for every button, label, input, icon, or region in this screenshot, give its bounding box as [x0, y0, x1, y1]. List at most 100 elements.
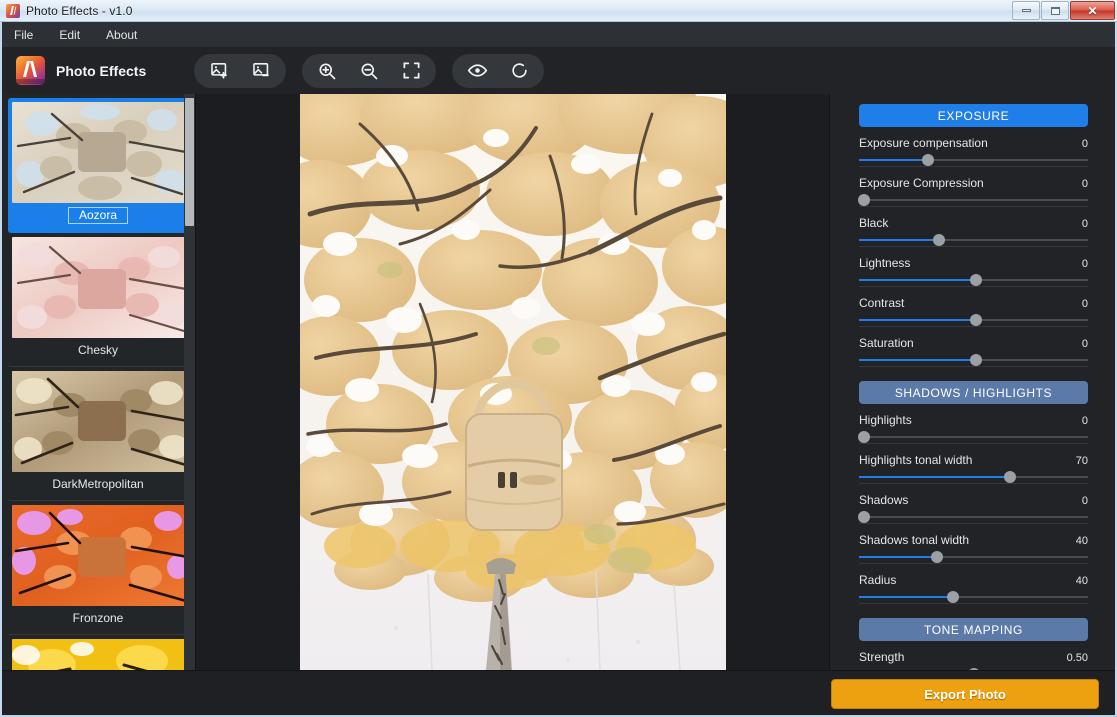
- slider-knob[interactable]: [930, 551, 943, 563]
- slider-label: Saturation: [859, 336, 914, 350]
- slider-highlights[interactable]: Highlights 0: [857, 413, 1088, 444]
- slider-knob[interactable]: [933, 234, 946, 246]
- remove-image-icon[interactable]: [240, 56, 282, 86]
- slider-shadows-tonal-width[interactable]: Shadows tonal width 40: [859, 533, 1088, 564]
- section-header-tone-mapping[interactable]: TONE MAPPING: [859, 618, 1088, 641]
- slider-value: 40: [1075, 535, 1088, 547]
- preset-label: Fronzone: [72, 611, 124, 625]
- slider-knob[interactable]: [1004, 471, 1017, 483]
- slider-label: Shadows: [859, 493, 909, 507]
- zoom-in-icon[interactable]: [306, 56, 348, 86]
- slider-strength[interactable]: Strength 0.50: [859, 650, 1088, 670]
- slider-track[interactable]: [857, 194, 1088, 207]
- slider-value: 0: [1081, 138, 1088, 150]
- title-bar: Photo Effects - v1.0 ✕: [0, 0, 1117, 22]
- preset-item-chesky[interactable]: Chesky: [8, 233, 190, 367]
- menu-bar: File Edit About: [0, 22, 1117, 47]
- slider-knob[interactable]: [857, 431, 870, 443]
- slider-track[interactable]: [857, 511, 1088, 524]
- slider-label: Black: [859, 216, 889, 230]
- toolbar-view-group: [452, 53, 544, 88]
- slider-shadows[interactable]: Shadows 0: [857, 493, 1088, 524]
- slider-track[interactable]: [859, 314, 1088, 327]
- slider-track[interactable]: [859, 354, 1088, 367]
- section-header-shadows-highlights[interactable]: SHADOWS / HIGHLIGHTS: [859, 381, 1088, 404]
- minimize-button[interactable]: [1012, 1, 1040, 20]
- slider-track[interactable]: [859, 471, 1088, 484]
- slider-label: Shadows tonal width: [859, 533, 970, 547]
- bottom-bar: Export Photo: [0, 670, 1117, 715]
- section-header-exposure[interactable]: EXPOSURE: [859, 104, 1088, 127]
- reset-icon[interactable]: [498, 56, 540, 86]
- preset-item-partial[interactable]: [8, 635, 190, 670]
- maximize-button[interactable]: [1041, 1, 1069, 20]
- add-image-icon[interactable]: [198, 56, 240, 86]
- slider-track[interactable]: [857, 431, 1088, 444]
- preset-item-fronzone[interactable]: Fronzone: [8, 501, 190, 635]
- app-name-label: Photo Effects: [56, 62, 147, 79]
- menu-item-edit[interactable]: Edit: [55, 26, 84, 44]
- slider-label: Highlights tonal width: [859, 453, 973, 467]
- preset-label: Aozora: [68, 207, 128, 224]
- slider-knob[interactable]: [857, 511, 870, 523]
- slider-track[interactable]: [859, 591, 1088, 604]
- preset-label: Chesky: [77, 343, 118, 357]
- slider-saturation[interactable]: Saturation 0: [859, 336, 1088, 367]
- toolbar-zoom-group: [302, 53, 436, 88]
- preset-sidebar: Aozora Chesky DarkMetropolitan Fronzone: [0, 94, 196, 670]
- slider-knob[interactable]: [969, 314, 982, 326]
- window-controls: ✕: [1012, 1, 1115, 20]
- slider-contrast[interactable]: Contrast 0: [859, 296, 1088, 327]
- toolbar: Photo Effects: [0, 47, 1117, 94]
- slider-value: 0: [1081, 218, 1088, 230]
- slider-track[interactable]: [859, 551, 1088, 564]
- app-logo-icon: [6, 3, 20, 18]
- slider-label: Highlights: [859, 413, 912, 427]
- slider-value: 0.50: [1066, 652, 1088, 664]
- preset-item-darkmetropolitan[interactable]: DarkMetropolitan: [8, 367, 190, 501]
- slider-exposure-compensation[interactable]: Exposure compensation 0: [859, 136, 1088, 167]
- close-button[interactable]: ✕: [1070, 1, 1115, 20]
- slider-knob[interactable]: [969, 354, 982, 366]
- main-body: Aozora Chesky DarkMetropolitan Fronzone …: [0, 94, 1117, 670]
- preset-thumbnail: [12, 237, 190, 338]
- zoom-out-icon[interactable]: [348, 56, 390, 86]
- export-photo-button[interactable]: Export Photo: [831, 679, 1099, 709]
- menu-item-file[interactable]: File: [10, 26, 37, 44]
- slider-lightness[interactable]: Lightness 0: [859, 256, 1088, 287]
- eye-preview-icon[interactable]: [456, 56, 498, 86]
- slider-track[interactable]: [859, 154, 1088, 167]
- slider-track[interactable]: [859, 234, 1088, 247]
- preset-item-aozora[interactable]: Aozora: [8, 98, 190, 233]
- slider-value: 0: [1081, 415, 1088, 427]
- preset-thumbnail: [12, 102, 190, 203]
- slider-label: Strength: [859, 650, 905, 664]
- slider-radius[interactable]: Radius 40: [859, 573, 1088, 604]
- slider-value: 70: [1075, 455, 1088, 467]
- window-border-left: [0, 22, 2, 717]
- slider-knob[interactable]: [921, 154, 934, 166]
- preset-scrollbar[interactable]: [184, 94, 195, 670]
- preset-thumbnail: [12, 371, 190, 472]
- ginkgo-tree-photo: [299, 94, 726, 670]
- slider-black[interactable]: Black 0: [859, 216, 1088, 247]
- slider-label: Contrast: [859, 296, 905, 310]
- slider-value: 0: [1081, 178, 1088, 190]
- preset-list: Aozora Chesky DarkMetropolitan Fronzone: [0, 94, 195, 670]
- slider-label: Radius: [859, 573, 897, 587]
- window-title: Photo Effects - v1.0: [26, 3, 133, 18]
- slider-highlights-tonal-width[interactable]: Highlights tonal width 70: [859, 453, 1088, 484]
- fit-screen-icon[interactable]: [390, 56, 432, 86]
- image-canvas[interactable]: [196, 94, 829, 670]
- menu-item-about[interactable]: About: [102, 26, 141, 44]
- slider-exposure-compression[interactable]: Exposure Compression 0: [857, 176, 1088, 207]
- application-window: Photo Effects - v1.0 ✕ File Edit About P…: [0, 0, 1117, 717]
- slider-knob[interactable]: [969, 274, 982, 286]
- preset-scrollbar-thumb[interactable]: [185, 98, 194, 226]
- preset-thumbnail: [12, 639, 190, 670]
- slider-value: 0: [1081, 258, 1088, 270]
- slider-knob[interactable]: [857, 194, 870, 206]
- slider-value: 0: [1081, 338, 1088, 350]
- slider-track[interactable]: [859, 274, 1088, 287]
- slider-knob[interactable]: [946, 591, 959, 603]
